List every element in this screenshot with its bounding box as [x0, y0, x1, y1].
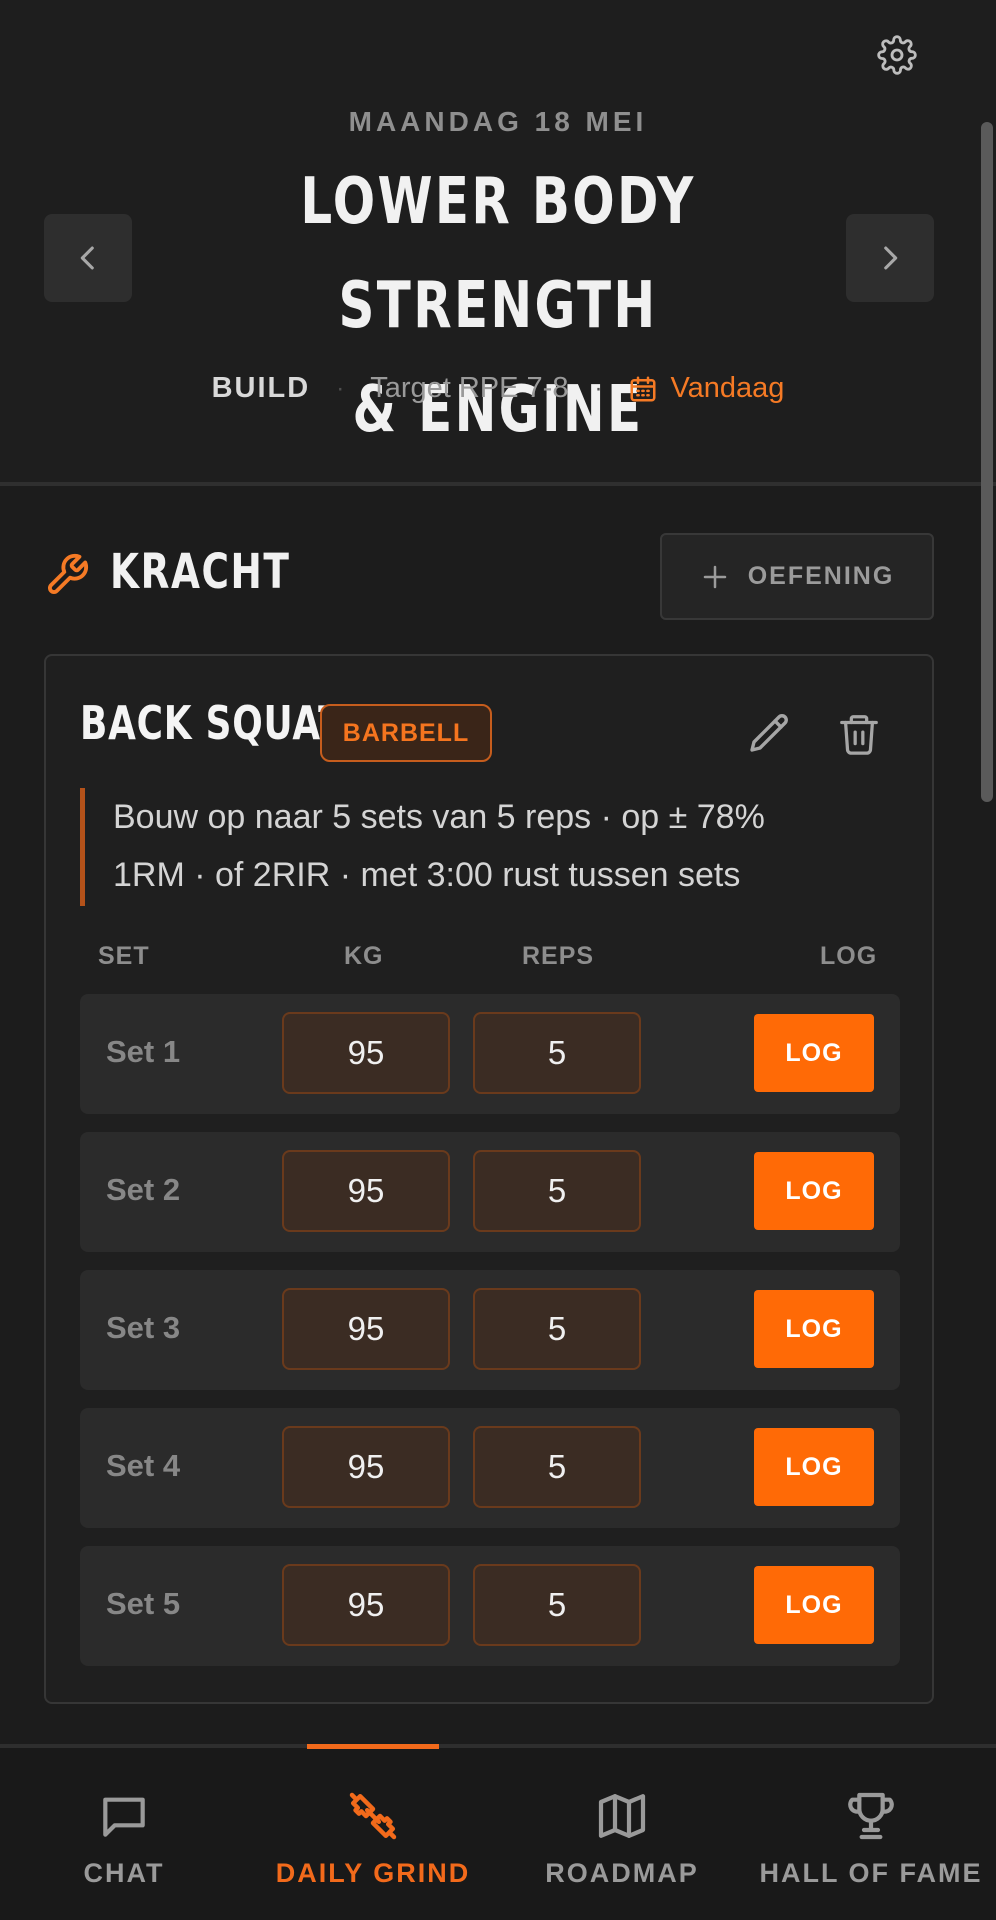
- previous-day-button[interactable]: [44, 214, 132, 302]
- add-exercise-label: OEFENING: [747, 562, 895, 590]
- sets-table-header: SET KG REPS LOG: [80, 942, 900, 982]
- column-log: LOG: [820, 942, 878, 970]
- set-label: Set 5: [106, 1586, 181, 1621]
- nav-label: HALL OF FAME: [759, 1858, 983, 1888]
- gear-icon[interactable]: [874, 32, 920, 78]
- log-set-button[interactable]: LOG: [754, 1290, 874, 1368]
- bottom-navigation: CHAT DAILY GRIND ROADMAP HALL OF FAME: [0, 1744, 996, 1920]
- trash-icon[interactable]: [836, 710, 882, 758]
- set-row: Set 5 95 5 LOG: [80, 1546, 900, 1666]
- pencil-icon[interactable]: [746, 710, 794, 758]
- add-exercise-button[interactable]: OEFENING: [660, 533, 934, 620]
- calendar-icon: [630, 376, 656, 401]
- column-reps: REPS: [522, 942, 595, 970]
- dumbbell-icon: [349, 1792, 397, 1840]
- description-line: Bouw op naar 5 sets van 5 reps · op ± 78…: [113, 798, 765, 836]
- next-day-button[interactable]: [846, 214, 934, 302]
- set-row: Set 2 95 5 LOG: [80, 1132, 900, 1252]
- section-title: KRACHT: [110, 544, 291, 600]
- set-row: Set 1 95 5 LOG: [80, 994, 900, 1114]
- set-label: Set 1: [106, 1034, 181, 1069]
- today-indicator[interactable]: Vandaag: [628, 372, 784, 405]
- kg-input[interactable]: 95: [282, 1288, 450, 1370]
- set-row: Set 3 95 5 LOG: [80, 1270, 900, 1390]
- map-icon: [598, 1794, 646, 1838]
- column-kg: KG: [344, 942, 384, 970]
- set-row: Set 4 95 5 LOG: [80, 1408, 900, 1528]
- trophy-icon: [848, 1792, 894, 1840]
- chevron-left-icon: [80, 246, 94, 270]
- sets-table: Set 1 95 5 LOG Set 2 95 5 LOG Set 3 95 5…: [80, 994, 900, 1684]
- nav-label: ROADMAP: [545, 1858, 699, 1888]
- workout-title-line1: LOWER BODY STRENGTH: [300, 165, 696, 343]
- exercise-description: Bouw op naar 5 sets van 5 reps · op ± 78…: [80, 788, 900, 906]
- set-label: Set 2: [106, 1172, 181, 1207]
- strength-section-header: KRACHT OEFENING: [44, 530, 934, 620]
- column-set: SET: [98, 942, 150, 970]
- reps-input[interactable]: 5: [473, 1564, 641, 1646]
- workout-title: LOWER BODY STRENGTH & ENGINE: [219, 150, 777, 462]
- scrollbar[interactable]: [981, 122, 993, 802]
- set-label: Set 3: [106, 1310, 181, 1345]
- meta-separator: ·: [336, 374, 345, 402]
- nav-label: CHAT: [83, 1858, 165, 1888]
- meta-separator: ·: [594, 374, 603, 402]
- nav-roadmap[interactable]: ROADMAP: [502, 1788, 742, 1908]
- workout-header: MAANDAG 18 MEI LOWER BODY STRENGTH & ENG…: [0, 0, 996, 486]
- phase-label: BUILD: [211, 372, 311, 404]
- nav-label: DAILY GRIND: [275, 1858, 471, 1888]
- set-label: Set 4: [106, 1448, 181, 1483]
- wrench-icon: [48, 553, 89, 594]
- description-line: 1RM · of 2RIR · met 3:00 rust tussen set…: [113, 856, 741, 894]
- kg-input[interactable]: 95: [282, 1564, 450, 1646]
- exercise-name: BACK SQUAT: [80, 696, 344, 750]
- kg-input[interactable]: 95: [282, 1012, 450, 1094]
- reps-input[interactable]: 5: [473, 1288, 641, 1370]
- log-set-button[interactable]: LOG: [754, 1428, 874, 1506]
- chat-bubble-icon: [103, 1797, 145, 1837]
- log-set-button[interactable]: LOG: [754, 1152, 874, 1230]
- workout-date: MAANDAG 18 MEI: [348, 106, 648, 137]
- kg-input[interactable]: 95: [282, 1150, 450, 1232]
- today-label: Vandaag: [670, 372, 785, 404]
- equipment-badge: BARBELL: [320, 704, 492, 762]
- active-tab-indicator: [307, 1744, 439, 1749]
- nav-hall-of-fame[interactable]: HALL OF FAME: [751, 1788, 991, 1908]
- kg-input[interactable]: 95: [282, 1426, 450, 1508]
- target-rpe: Target RPE 7-8: [370, 372, 569, 404]
- plus-icon: [703, 565, 726, 588]
- nav-chat[interactable]: CHAT: [4, 1788, 244, 1908]
- log-set-button[interactable]: LOG: [754, 1014, 874, 1092]
- chevron-right-icon: [884, 246, 898, 270]
- app: MAANDAG 18 MEI LOWER BODY STRENGTH & ENG…: [0, 0, 996, 1920]
- exercise-card: BACK SQUAT BARBELL Bouw op naar 5 sets v…: [44, 654, 934, 1704]
- reps-input[interactable]: 5: [473, 1012, 641, 1094]
- reps-input[interactable]: 5: [473, 1150, 641, 1232]
- nav-daily-grind[interactable]: DAILY GRIND: [253, 1788, 493, 1908]
- log-set-button[interactable]: LOG: [754, 1566, 874, 1644]
- reps-input[interactable]: 5: [473, 1426, 641, 1508]
- workout-meta: BUILD · Target RPE 7-8 · Vandaag: [0, 372, 996, 405]
